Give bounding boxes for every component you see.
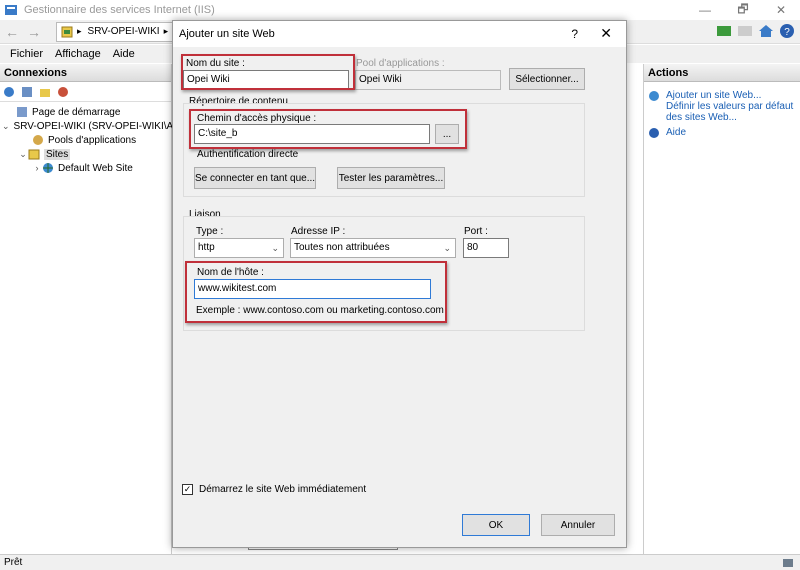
ip-label: Adresse IP :: [291, 226, 346, 237]
connections-pane: Connexions Page de démarrage ⌄ SRV-OPEI-…: [0, 64, 174, 554]
breadcrumb-separator: ▸: [77, 26, 82, 36]
sites-folder-icon: [28, 149, 40, 160]
chevron-down-icon: ⌄: [271, 243, 279, 253]
tree-expander[interactable]: ›: [32, 163, 42, 173]
app-pool-field: Opei Wiki: [355, 70, 501, 90]
action-defaults-link[interactable]: Définir les valeurs par défaut des sites…: [666, 101, 794, 123]
help-icon[interactable]: ?: [778, 22, 796, 40]
tree-expander[interactable]: ⌄: [18, 149, 28, 160]
actions-pane: Actions Ajouter un site Web... Définir l…: [643, 64, 800, 554]
tree-item-label: Page de démarrage: [32, 106, 121, 118]
dialog-close-button[interactable]: ✕: [600, 25, 612, 42]
back-button[interactable]: ←: [2, 23, 22, 41]
add-website-dialog: Ajouter un site Web ? ✕ Nom du site : Op…: [172, 20, 627, 548]
svg-text:?: ?: [784, 27, 790, 38]
close-window-button[interactable]: ✕: [762, 0, 800, 20]
action-add-site-link[interactable]: Ajouter un site Web...: [666, 90, 794, 101]
folder-up-icon[interactable]: [38, 85, 52, 99]
start-page-icon: [17, 107, 27, 117]
tree-item-label: SRV-OPEI-WIKI (SRV-OPEI-WIKI\A: [13, 120, 174, 132]
window-title: Gestionnaire des services Internet (IIS): [24, 4, 215, 16]
ip-select-value: Toutes non attribuées: [294, 242, 390, 253]
status-text: Prêt: [4, 557, 23, 568]
ip-select[interactable]: Toutes non attribuées ⌄: [290, 238, 456, 258]
minimize-button[interactable]: —: [686, 0, 724, 20]
tree-item-start-page[interactable]: Page de démarrage: [0, 105, 171, 119]
connections-header: Connexions: [0, 64, 171, 82]
help-icon: [649, 128, 659, 138]
breadcrumb-separator: ▸: [163, 26, 169, 36]
menu-file[interactable]: Fichier: [10, 48, 43, 60]
dialog-help-button[interactable]: ?: [571, 27, 578, 41]
action-add-site[interactable]: Ajouter un site Web... Définir les valeu…: [644, 88, 800, 125]
highlight-site-name: [181, 54, 355, 90]
status-bar: Prêt: [0, 554, 800, 570]
tree-item-label: Pools d'applications: [48, 134, 137, 146]
highlight-hostname: [185, 261, 447, 323]
highlight-physical-path: [189, 109, 467, 149]
disconnect-icon[interactable]: [56, 85, 70, 99]
window-titlebar: Gestionnaire des services Internet (IIS)…: [0, 0, 800, 20]
tree-item-default-web-site[interactable]: › Default Web Site: [0, 161, 171, 175]
select-pool-button[interactable]: Sélectionner...: [509, 68, 585, 90]
connect-icon[interactable]: [2, 85, 16, 99]
port-label: Port :: [464, 226, 488, 237]
start-site-label: Démarrez le site Web immédiatement: [199, 484, 367, 495]
tree-item-label: Default Web Site: [58, 162, 133, 174]
breadcrumb-server[interactable]: SRV-OPEI-WIKI: [88, 26, 160, 37]
connections-toolbar: [0, 82, 171, 102]
dialog-titlebar: Ajouter un site Web ? ✕: [173, 21, 626, 47]
type-select-value: http: [198, 242, 215, 253]
chevron-down-icon: ⌄: [443, 243, 451, 253]
globe-add-icon: [649, 91, 659, 101]
cancel-button[interactable]: Annuler: [541, 514, 615, 536]
connect-as-button[interactable]: Se connecter en tant que...: [194, 167, 316, 189]
actions-header: Actions: [644, 64, 800, 82]
tree-item-app-pools[interactable]: Pools d'applications: [0, 133, 171, 147]
tree-item-server[interactable]: ⌄ SRV-OPEI-WIKI (SRV-OPEI-WIKI\A: [0, 119, 174, 133]
forward-button[interactable]: →: [24, 23, 44, 41]
port-field[interactable]: 80: [463, 238, 509, 258]
tree-item-sites[interactable]: ⌄ Sites: [0, 147, 171, 161]
test-settings-button[interactable]: Tester les paramètres...: [337, 167, 445, 189]
start-site-checkbox[interactable]: ✓: [182, 484, 193, 495]
mail-icon[interactable]: [736, 22, 754, 40]
type-label: Type :: [196, 226, 224, 237]
dialog-title: Ajouter un site Web: [179, 28, 275, 40]
app-pools-icon: [33, 135, 43, 145]
maximize-button[interactable]: 🗗: [724, 0, 762, 20]
save-icon[interactable]: [20, 85, 34, 99]
tree-expander[interactable]: ⌄: [2, 121, 10, 132]
type-select[interactable]: http ⌄: [194, 238, 284, 258]
menu-help[interactable]: Aide: [113, 48, 135, 60]
network-status-icon: [783, 559, 793, 567]
action-help-link[interactable]: Aide: [666, 127, 686, 138]
app-pool-label: Pool d'applications :: [356, 58, 445, 69]
server-icon: [61, 26, 73, 37]
ok-button[interactable]: OK: [462, 514, 530, 536]
connections-tree: Page de démarrage ⌄ SRV-OPEI-WIKI (SRV-O…: [0, 102, 174, 175]
tree-item-label: Sites: [44, 148, 71, 160]
globe-icon: [43, 163, 53, 173]
connect-icon[interactable]: [715, 22, 733, 40]
pass-through-label: Authentification directe: [197, 149, 299, 160]
iis-app-icon: [5, 5, 17, 15]
home-icon[interactable]: [757, 22, 775, 40]
menu-view[interactable]: Affichage: [55, 48, 101, 60]
action-help[interactable]: Aide: [644, 125, 800, 141]
